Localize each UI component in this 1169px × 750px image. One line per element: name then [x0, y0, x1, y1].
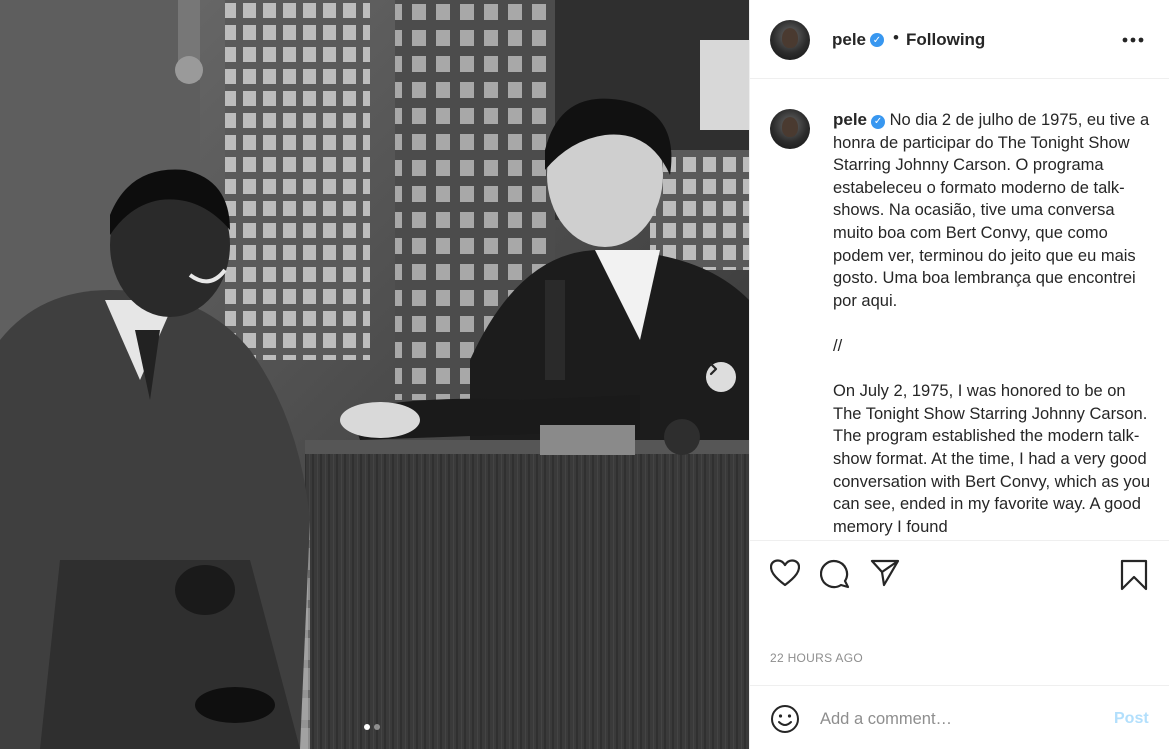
more-horizontal-icon — [1122, 37, 1144, 43]
photo-illustration — [0, 0, 749, 749]
verified-badge-icon: ✓ — [870, 33, 884, 47]
comment-button[interactable] — [820, 559, 850, 594]
caption-portuguese: No dia 2 de julho de 1975, eu tive a hon… — [833, 111, 1154, 310]
caption-avatar[interactable] — [770, 109, 810, 149]
post-actions: 22 HOURS AGO — [750, 540, 1169, 686]
more-options-button[interactable] — [1122, 26, 1144, 49]
carousel-dot — [374, 724, 380, 730]
avatar[interactable] — [770, 20, 810, 60]
bookmark-icon — [1120, 559, 1148, 591]
heart-icon — [769, 559, 801, 587]
comment-input[interactable] — [818, 706, 1102, 732]
paper-plane-icon — [870, 559, 900, 587]
comment-bar: Post — [750, 685, 1169, 750]
header-separator: • — [893, 28, 899, 47]
emoji-button[interactable] — [770, 704, 800, 739]
like-button[interactable] — [769, 559, 801, 592]
verified-badge-icon: ✓ — [871, 115, 886, 130]
following-button[interactable]: Following — [906, 30, 985, 50]
post-sidebar: pele ✓ • Following pele ✓ No dia 2 de jul… — [750, 0, 1169, 749]
caption-english: On July 2, 1975, I was honored to be on … — [833, 382, 1155, 536]
comment-icon — [820, 560, 850, 589]
smiley-icon — [771, 705, 799, 733]
caption-scroll-area[interactable]: pele ✓ No dia 2 de julho de 1975, eu tive… — [750, 79, 1169, 540]
caption-username[interactable]: pele — [833, 110, 867, 129]
caption-divider: // — [833, 336, 843, 355]
carousel-indicator — [364, 724, 380, 730]
chevron-right-icon — [709, 362, 718, 376]
post-comment-button[interactable]: Post — [1114, 710, 1149, 728]
post-header: pele ✓ • Following — [750, 0, 1169, 79]
next-photo-button[interactable] — [706, 362, 736, 392]
caption-text: pele ✓ No dia 2 de julho de 1975, eu tive… — [833, 109, 1153, 538]
save-button[interactable] — [1120, 559, 1148, 596]
carousel-dot-active — [364, 724, 370, 730]
post-timestamp[interactable]: 22 HOURS AGO — [770, 651, 863, 665]
username-link[interactable]: pele — [832, 30, 866, 50]
share-button[interactable] — [870, 559, 900, 592]
post-photo[interactable] — [0, 0, 750, 749]
instagram-post-modal: pele ✓ • Following pele ✓ No dia 2 de jul… — [0, 0, 1169, 749]
